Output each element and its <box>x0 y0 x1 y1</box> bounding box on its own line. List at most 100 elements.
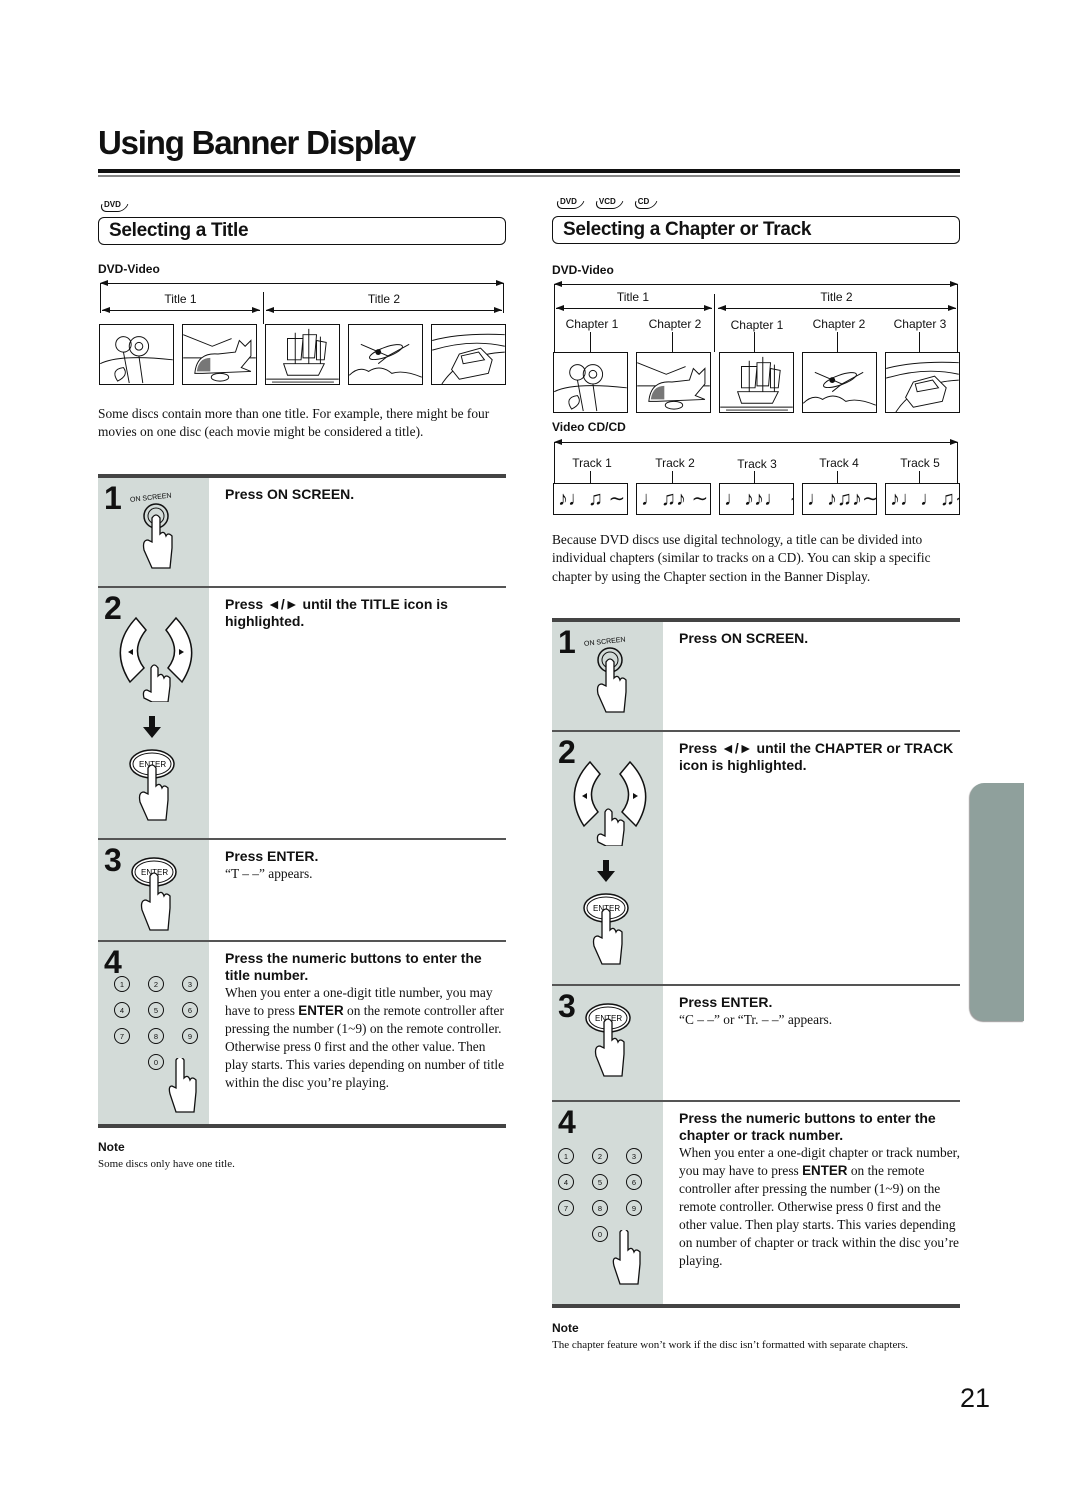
page-number: 21 <box>959 1383 990 1413</box>
step-1-illustration: 1 ON SCREEN <box>552 622 663 730</box>
title-1-label: Title 1 <box>616 290 650 304</box>
chapter-tick <box>754 332 755 352</box>
cat-thumbnail <box>182 324 257 385</box>
key-2[interactable]: 2 <box>148 976 164 992</box>
key-0[interactable]: 0 <box>592 1226 608 1242</box>
key-7[interactable]: 7 <box>558 1200 574 1216</box>
music-notes-icon: ♩♪♪♩ ∼ <box>719 483 794 515</box>
step-1: 1 ON SCREEN Press ON SCREEN. <box>552 622 960 732</box>
title-steps: 1 ON SCREEN Press ON SCREEN. 2 ENTER <box>98 474 506 1128</box>
step-4: 4 1 2 3 4 5 6 7 8 9 0 Press the numeric … <box>98 942 506 1124</box>
section-title-selecting-chapter: Selecting a Chapter or Track <box>552 216 960 244</box>
on-screen-button-icon[interactable]: ON SCREEN <box>572 634 652 720</box>
enter-button-icon[interactable]: ENTER <box>580 996 640 1082</box>
vcd-badge: VCD <box>597 197 622 208</box>
step-1-illustration: 1 ON SCREEN <box>98 478 209 586</box>
chapter-label: Chapter 3 <box>893 317 947 331</box>
key-4[interactable]: 4 <box>558 1174 574 1190</box>
disc-badges-right: DVD VCD CD <box>558 197 655 208</box>
key-2[interactable]: 2 <box>592 1148 608 1164</box>
key-4[interactable]: 4 <box>114 1002 130 1018</box>
title-intro-text: Some discs contain more than one title. … <box>98 406 490 440</box>
step-heading: Press ENTER. <box>679 994 773 1010</box>
track-label: Track 2 <box>655 456 695 470</box>
left-right-buttons-icon[interactable] <box>560 756 660 846</box>
note-heading: Note <box>98 1140 125 1154</box>
chapter-tick <box>590 332 591 352</box>
key-8[interactable]: 8 <box>592 1200 608 1216</box>
numeric-keypad: 1 2 3 4 5 6 7 8 9 0 <box>558 1148 646 1242</box>
enter-button-icon[interactable]: ENTER <box>124 746 184 826</box>
chapter-tick <box>672 332 673 352</box>
chapter-label: Chapter 1 <box>730 318 784 332</box>
key-1[interactable]: 1 <box>558 1148 574 1164</box>
step-heading: Press ON SCREEN. <box>679 630 809 646</box>
step-heading: Press ENTER. <box>225 848 319 864</box>
step-number: 3 <box>104 842 122 878</box>
step-body: When you enter a one-digit title number,… <box>225 985 505 1090</box>
key-8[interactable]: 8 <box>148 1028 164 1044</box>
step-1: 1 ON SCREEN Press ON SCREEN. <box>98 478 506 588</box>
chapter-steps: 1 ON SCREEN Press ON SCREEN. 2 ENTER <box>552 618 960 1308</box>
left-right-buttons-icon[interactable] <box>106 612 206 702</box>
music-notes-icon: ♩♪♫♪∼ <box>802 483 877 515</box>
sunflower-thumbnail <box>99 324 174 385</box>
step-heading: Press ◄/► until the TITLE icon is highli… <box>225 596 448 629</box>
key-9[interactable]: 9 <box>182 1028 198 1044</box>
chapter-label: Chapter 2 <box>812 317 866 331</box>
page-title: Using Banner Display <box>98 124 416 161</box>
enter-button-icon[interactable]: ENTER <box>578 890 638 970</box>
cat-thumbnail <box>636 352 711 413</box>
svg-text:ON SCREEN: ON SCREEN <box>584 637 626 648</box>
key-6[interactable]: 6 <box>182 1002 198 1018</box>
enter-button-icon[interactable]: ENTER <box>126 850 186 936</box>
chapter-diagram: Title 1 Title 2 Chapter 1 Chapter 2 Chap… <box>552 280 960 414</box>
cd-badge: CD <box>636 197 656 208</box>
music-notes-icon: ♪♩♩♫∼ <box>885 483 960 515</box>
key-9[interactable]: 9 <box>626 1200 642 1216</box>
title-diagram: Title 1 Title 2 <box>98 280 506 386</box>
chapter-label: Chapter 2 <box>648 317 702 331</box>
title-2-arrow <box>266 307 502 313</box>
pointing-hand-icon <box>168 1058 197 1113</box>
step-number: 3 <box>558 988 576 1024</box>
chapter-intro-text: Because DVD discs use digital technology… <box>552 532 931 584</box>
svg-text:ON SCREEN: ON SCREEN <box>130 493 172 504</box>
track-diagram: Track 1 Track 2 Track 3 Track 4 Track 5 … <box>552 437 960 515</box>
title-1-arrow <box>102 307 260 313</box>
step-number: 4 <box>104 944 122 980</box>
ship-thumbnail <box>719 352 794 413</box>
key-3[interactable]: 3 <box>626 1148 642 1164</box>
step-4-illustration: 4 1 2 3 4 5 6 7 8 9 0 <box>98 942 209 1124</box>
down-arrow-icon <box>597 860 615 882</box>
key-5[interactable]: 5 <box>592 1174 608 1190</box>
chapter-label: Chapter 1 <box>565 317 619 331</box>
track-label: Track 1 <box>572 456 612 470</box>
music-notes-icon: ♪♩♫ ∼ <box>553 483 628 515</box>
key-0[interactable]: 0 <box>148 1054 164 1070</box>
note-heading: Note <box>552 1321 579 1335</box>
section-title-selecting-title: Selecting a Title <box>98 217 506 245</box>
note-text: The chapter feature won’t work if the di… <box>552 1339 909 1351</box>
title-1-label: Title 1 <box>164 292 197 306</box>
video-cd-label: Video CD/CD <box>552 420 626 434</box>
step-heading: Press ON SCREEN. <box>225 486 355 502</box>
track-label: Track 3 <box>737 457 777 471</box>
car-thumbnail <box>885 352 960 413</box>
key-7[interactable]: 7 <box>114 1028 130 1044</box>
key-5[interactable]: 5 <box>148 1002 164 1018</box>
title-2-arrow <box>718 305 956 311</box>
step-2: 2 ENTER Press ◄/► until the CHAPTER or T… <box>552 732 960 986</box>
step-2-illustration: 2 ENTER <box>98 588 209 838</box>
music-notes-icon: ♩♫♪ ∼ <box>636 483 711 515</box>
note-text: Some discs only have one title. <box>98 1158 235 1170</box>
key-3[interactable]: 3 <box>182 976 198 992</box>
step-4: 4 1 2 3 4 5 6 7 8 9 0 Press the numeric … <box>552 1102 960 1304</box>
on-screen-button-icon[interactable]: ON SCREEN <box>118 490 198 576</box>
key-6[interactable]: 6 <box>626 1174 642 1190</box>
step-2: 2 ENTER Press ◄/► until the TITLE icon i… <box>98 588 506 840</box>
airplane-thumbnail <box>802 352 877 413</box>
key-1[interactable]: 1 <box>114 976 130 992</box>
dvd-badge: DVD <box>102 200 127 211</box>
step-3: 3 ENTER Press ENTER. “C – –” or “Tr. – –… <box>552 986 960 1102</box>
